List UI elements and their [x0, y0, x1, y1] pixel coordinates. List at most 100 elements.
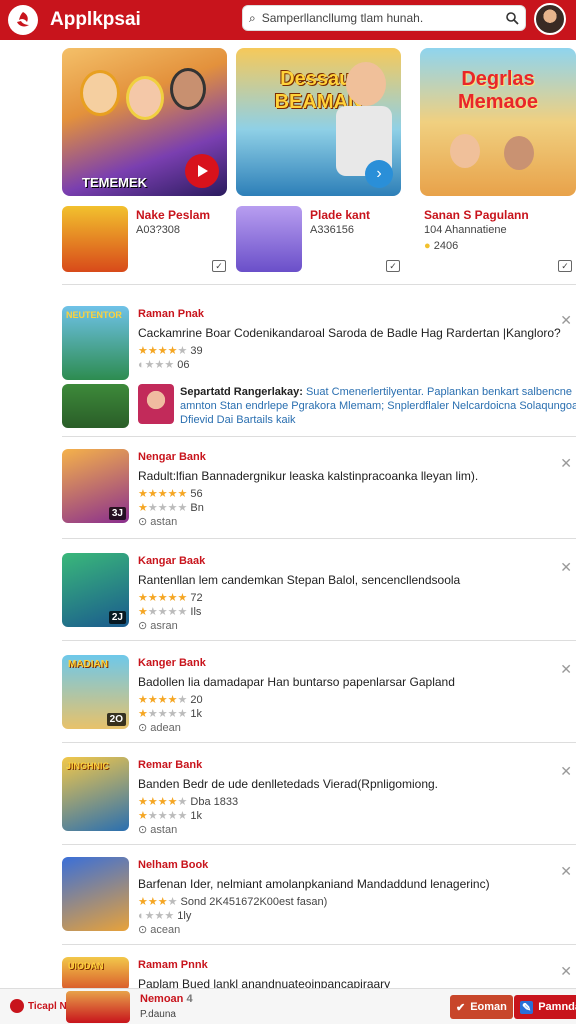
arrow-right-icon[interactable]: ›: [365, 160, 393, 188]
item-title[interactable]: Kanger Bank: [138, 657, 206, 669]
app-name[interactable]: Sanan S Pagulann: [424, 208, 529, 222]
app-thumbnail[interactable]: [62, 857, 129, 931]
thumb-text: NEUTENTOR: [66, 310, 122, 320]
rating-secondary: ◐★★★ 06: [138, 359, 190, 371]
divider: [62, 844, 576, 845]
item-desc: Banden Bedr de ude denlletedads Vierad(R…: [138, 777, 438, 791]
extra-desc: amnton Stan endrlepe Pgrakora Mlemam; Sn…: [180, 400, 576, 412]
divider: [62, 640, 576, 641]
list-item[interactable]: Nelham Book Barfenan Ider, nelmiant amol…: [62, 857, 576, 937]
close-icon[interactable]: ✕: [560, 312, 572, 329]
avatar[interactable]: [534, 3, 566, 35]
featured-card-1[interactable]: TEMEMEK Nake Peslam A03?308 ✓: [62, 48, 227, 272]
avatar[interactable]: [138, 384, 174, 424]
item-meta: ⊙ astan: [138, 824, 178, 836]
item-desc: Barfenan Ider, nelmiant amolanpkaniand M…: [138, 877, 490, 891]
featured-banner-1[interactable]: TEMEMEK: [62, 48, 227, 196]
item-title[interactable]: Kangar Baak: [138, 555, 205, 567]
close-icon[interactable]: ✕: [560, 763, 572, 780]
check-icon: ✔: [456, 1001, 466, 1014]
search-input[interactable]: ⌕ Samperllancllumg tlam hunah.: [242, 5, 526, 31]
rating: ★★★★★ 20: [138, 694, 203, 706]
rating-secondary: ★★★★★ 1k: [138, 708, 203, 720]
app-thumbnail[interactable]: UIODAN: [62, 957, 129, 991]
edit-icon: ✎: [520, 1000, 534, 1014]
app-name[interactable]: Nake Peslam: [136, 208, 210, 222]
item-title[interactable]: Nengar Bank: [138, 451, 206, 463]
app-thumbnail[interactable]: 2J: [62, 553, 129, 627]
list-item[interactable]: 2J Kangar Baak Rantenllan lem candemkan …: [62, 553, 576, 633]
search-icon[interactable]: ⌕: [249, 11, 256, 26]
item-meta: ⊙ asran: [138, 620, 178, 632]
list-item[interactable]: JINGHNIC Remar Bank Banden Bedr de ude d…: [62, 757, 576, 837]
app-sub: 104 Ahannatiene: [424, 224, 507, 236]
extra-link[interactable]: Dfievid Dai Bartails kaik: [180, 414, 296, 426]
app-thumbnail[interactable]: [62, 384, 129, 428]
item-desc: Rantenllan lem candemkan Stepan Balol, s…: [138, 573, 461, 587]
logo-icon[interactable]: [8, 5, 38, 35]
list-item[interactable]: 3J Nengar Bank Radult:lfian Bannadergnik…: [62, 449, 576, 529]
app-name[interactable]: Plade kant: [310, 208, 370, 222]
secondary-button[interactable]: ✎Pamndan: [514, 995, 576, 1019]
rating: ★★★★★ 39: [138, 345, 203, 357]
app-thumbnail[interactable]: NEUTENTOR: [62, 306, 129, 380]
close-icon[interactable]: ✕: [560, 559, 572, 576]
rating-secondary: ◐★★★ 1ly: [138, 910, 192, 922]
featured-card-2[interactable]: Dessaul BEAMAN › Plade kant A336156 ✓: [236, 48, 401, 272]
item-meta: ⊙ acean: [138, 924, 181, 936]
divider: [62, 944, 576, 945]
item-desc: Radult:lfian Bannadergnikur leaska kalst…: [138, 469, 479, 483]
featured-badge: TEMEMEK: [82, 175, 147, 190]
list-item[interactable]: UIODAN Ramam Pnnk Paplam Bued lankl anan…: [62, 957, 576, 991]
app-thumbnail[interactable]: MADIAN 2O: [62, 655, 129, 729]
list-item[interactable]: NEUTENTOR Raman Pnak Cackamrine Boar Cod…: [62, 306, 576, 432]
thumb-number: 3J: [108, 507, 126, 520]
close-icon[interactable]: ✕: [560, 455, 572, 472]
item-title[interactable]: Nelham Book: [138, 859, 208, 871]
checkbox-icon[interactable]: ✓: [386, 260, 400, 272]
item-title[interactable]: Raman Pnak: [138, 308, 204, 320]
rating: ★★★★★ Dba 1833: [138, 796, 239, 808]
rating-secondary: ★★★★★ Bn: [138, 502, 204, 514]
rating-secondary: ★★★★★ Ils: [138, 606, 202, 618]
checkbox-icon[interactable]: ✓: [212, 260, 226, 272]
bottom-bar: Ticapl Nolls Nemoan 4 P.dauna ✔ Eoman ✎ Pa…: [0, 988, 576, 1024]
thumb-number: 2O: [106, 713, 126, 726]
search-placeholder: Samperllancllumg tlam hunah.: [261, 11, 424, 25]
app-thumbnail[interactable]: 3J: [62, 449, 129, 523]
item-meta: ⊙ adean: [138, 722, 181, 734]
app-sub-2: ● 2406: [424, 240, 459, 252]
list-item[interactable]: MADIAN 2O Kanger Bank Badollen lia damad…: [62, 655, 576, 735]
app-icon[interactable]: [236, 206, 302, 272]
featured-card-3[interactable]: Degrlas Memaoe Sanan S Pagulann 104 Ahan…: [420, 48, 576, 272]
play-icon[interactable]: [185, 154, 219, 188]
item-desc: Cackamrine Boar Codenikandaroal Saroda d…: [138, 326, 561, 340]
close-icon[interactable]: ✕: [560, 863, 572, 880]
app-sub: A336156: [310, 224, 355, 236]
extra-line: Separtatd Rangerlakay: Suat Cmenerlertil…: [180, 386, 572, 398]
featured-banner-3[interactable]: Degrlas Memaoe: [420, 48, 576, 196]
app-icon[interactable]: [62, 206, 128, 272]
divider: [62, 284, 576, 285]
item-desc: Badollen lia damadapar Han buntarso pape…: [138, 675, 455, 689]
app-thumbnail[interactable]: [66, 991, 130, 1023]
item-title[interactable]: Ramam Pnnk: [138, 959, 208, 971]
featured-section: TEMEMEK Nake Peslam A03?308 ✓ Dessaul BE…: [62, 48, 576, 278]
search-icon[interactable]: [505, 11, 519, 25]
thumb-number: 2J: [108, 611, 126, 624]
close-icon[interactable]: ✕: [560, 661, 572, 678]
item-title[interactable]: Remar Bank: [138, 759, 202, 771]
rating-secondary: ★★★★★ 1k: [138, 810, 203, 822]
app-sub: A03?308: [136, 224, 181, 236]
app-brand[interactable]: Applkpsai: [50, 9, 220, 31]
featured-banner-2[interactable]: Dessaul BEAMAN ›: [236, 48, 401, 196]
thumb-text: MADIAN: [68, 659, 108, 670]
checkbox-icon[interactable]: ✓: [558, 260, 572, 272]
thumb-text: UIODAN: [68, 961, 104, 971]
divider: [62, 538, 576, 539]
featured-title: Degrlas Memaoe: [457, 68, 539, 113]
bottom-name[interactable]: Nemoan 4: [140, 993, 193, 1005]
app-thumbnail[interactable]: JINGHNIC: [62, 757, 129, 831]
primary-button[interactable]: ✔ Eoman: [450, 995, 513, 1019]
close-icon[interactable]: ✕: [560, 963, 572, 980]
